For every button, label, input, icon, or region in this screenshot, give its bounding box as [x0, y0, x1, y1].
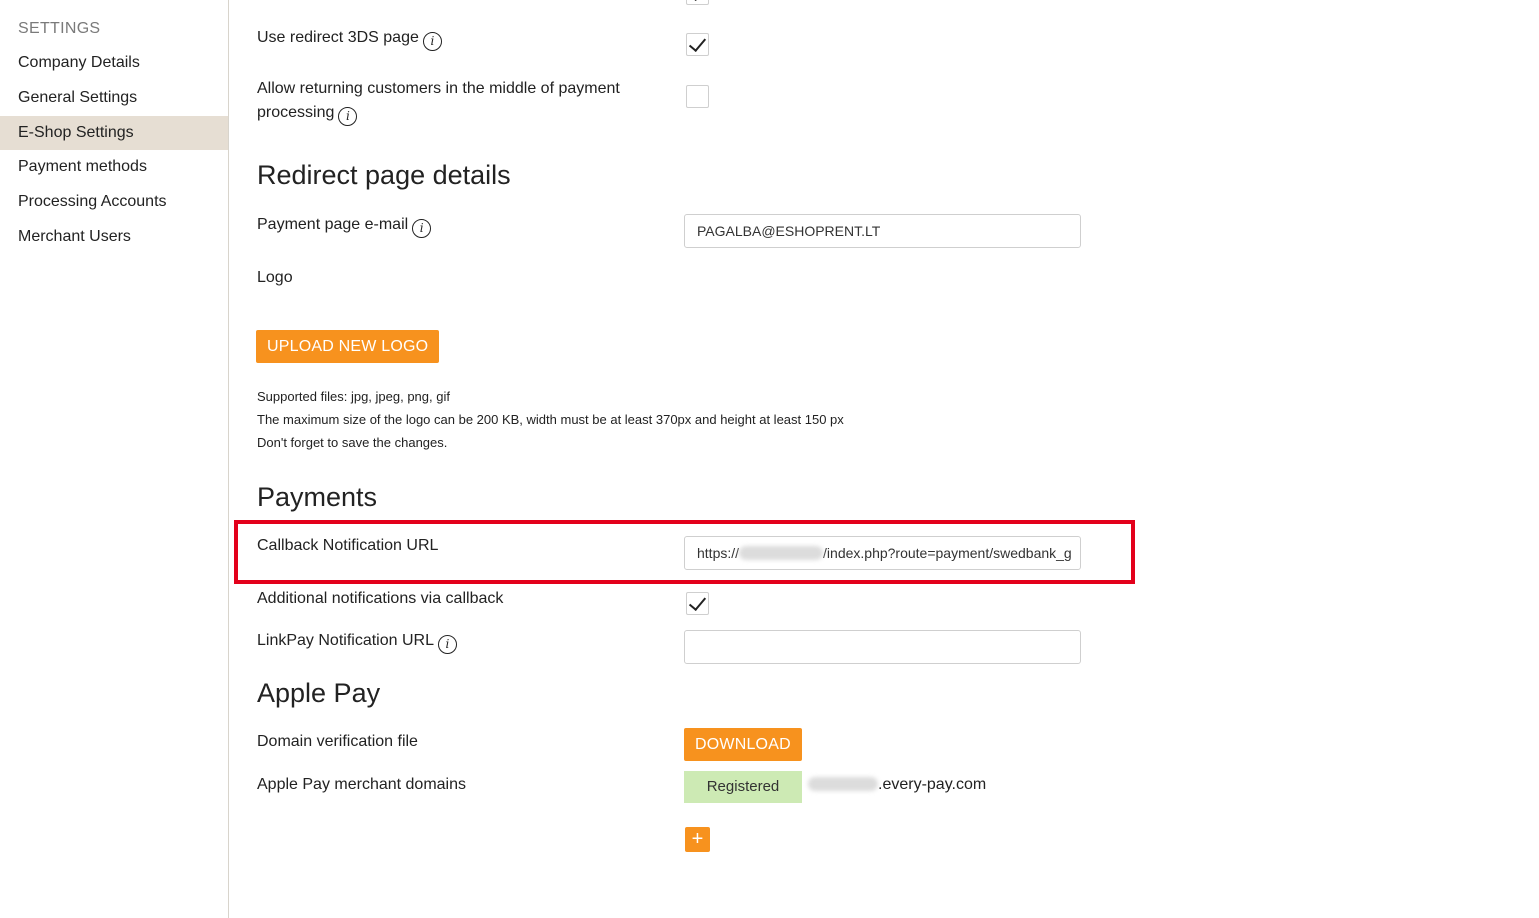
returning-customers-label: Allow returning customers in the middle …	[257, 77, 620, 126]
add-domain-button[interactable]: +	[685, 827, 710, 852]
save-changes-note: Don't forget to save the changes.	[257, 435, 448, 450]
returning-customers-checkbox[interactable]	[686, 85, 709, 108]
callback-url-label: Callback Notification URL	[257, 537, 439, 554]
redacted-domain	[739, 546, 824, 560]
merchant-domains-label: Apple Pay merchant domains	[257, 776, 466, 793]
payment-email-label: Payment page e-mail i	[257, 213, 432, 238]
sidebar-item-merchant-users[interactable]: Merchant Users	[0, 220, 228, 254]
redirect-3ds-checkbox[interactable]	[686, 33, 709, 56]
payment-email-input[interactable]: PAGALBA@ESHOPRENT.LT	[684, 214, 1081, 248]
additional-notifications-checkbox[interactable]	[686, 592, 709, 615]
settings-sidebar: SETTINGS Company Details General Setting…	[0, 0, 229, 918]
additional-notifications-label: Additional notifications via callback	[257, 590, 504, 607]
info-icon[interactable]: i	[422, 32, 442, 51]
redirect-3ds-label: Use redirect 3DS page i	[257, 26, 442, 51]
linkpay-url-input[interactable]	[684, 630, 1081, 664]
previous-option-checkbox[interactable]	[686, 0, 709, 5]
info-icon[interactable]: i	[437, 635, 457, 654]
supported-files-note: Supported files: jpg, jpeg, png, gif	[257, 389, 450, 404]
checkmark-icon	[688, 0, 707, 2]
sidebar-item-processing-accounts[interactable]: Processing Accounts	[0, 185, 228, 219]
callback-url-input[interactable]: https:///index.php?route=payment/swedban…	[684, 536, 1081, 570]
upload-logo-button[interactable]: UPLOAD NEW LOGO	[256, 330, 440, 363]
checkmark-icon	[688, 592, 707, 612]
apple-pay-heading: Apple Pay	[257, 678, 381, 708]
domain-verification-label: Domain verification file	[257, 733, 418, 750]
download-button[interactable]: DOWNLOAD	[684, 728, 802, 761]
sidebar-item-company-details[interactable]: Company Details	[0, 46, 228, 80]
logo-label: Logo	[257, 269, 293, 286]
info-icon[interactable]: i	[412, 219, 432, 238]
sidebar-item-eshop-settings[interactable]: E-Shop Settings	[0, 116, 228, 150]
logo-size-note: The maximum size of the logo can be 200 …	[257, 412, 844, 427]
sidebar-title: SETTINGS	[18, 20, 101, 37]
merchant-domain-value: .every-pay.com	[808, 776, 986, 794]
redacted-subdomain	[808, 777, 878, 791]
payments-heading: Payments	[257, 482, 378, 512]
sidebar-item-payment-methods[interactable]: Payment methods	[0, 150, 228, 184]
plus-icon: +	[691, 828, 704, 850]
registered-status-badge: Registered	[684, 771, 802, 803]
sidebar-item-general-settings[interactable]: General Settings	[0, 81, 228, 115]
linkpay-url-label: LinkPay Notification URL i	[257, 629, 457, 654]
info-icon[interactable]: i	[338, 107, 358, 126]
checkmark-icon	[688, 33, 707, 53]
redirect-page-heading: Redirect page details	[257, 160, 511, 190]
